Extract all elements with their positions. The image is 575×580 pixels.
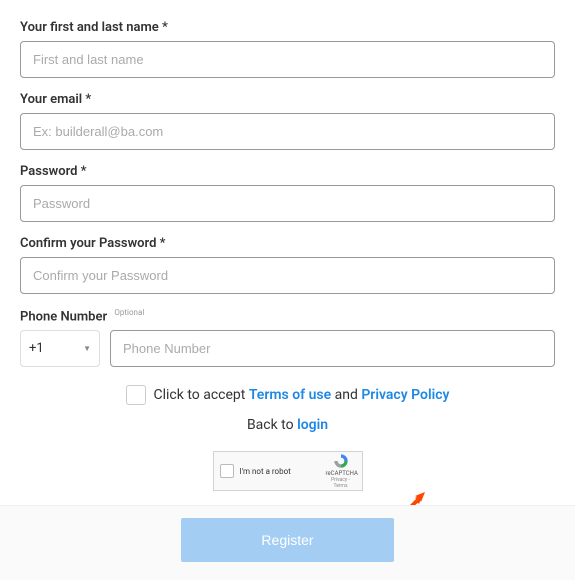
terms-row: Click to accept Terms of use and Privacy… <box>20 385 555 405</box>
back-row: Back to login <box>20 417 555 433</box>
phone-input[interactable] <box>110 330 555 367</box>
confirm-password-label: Confirm your Password * <box>20 236 555 251</box>
back-text: Back to <box>247 417 297 433</box>
bottom-bar: Register <box>0 505 575 580</box>
registration-form: Your first and last name * Your email * … <box>0 0 575 511</box>
recaptcha-label: I'm not a robot <box>240 467 326 476</box>
name-group: Your first and last name * <box>20 20 555 78</box>
recaptcha-checkbox[interactable] <box>220 464 234 478</box>
register-button[interactable]: Register <box>181 518 393 562</box>
chevron-down-icon: ▼ <box>83 344 91 353</box>
name-input[interactable] <box>20 41 555 78</box>
terms-and: and <box>331 387 361 403</box>
recaptcha-sub: Privacy - Terms <box>326 477 356 489</box>
confirm-password-group: Confirm your Password * <box>20 236 555 294</box>
phone-label: Phone Number Optional <box>20 308 555 324</box>
recaptcha-icon <box>333 453 349 469</box>
email-label: Your email * <box>20 92 555 107</box>
recaptcha-brand: reCAPTCHA <box>326 470 356 477</box>
terms-checkbox[interactable] <box>126 385 146 405</box>
login-link[interactable]: login <box>297 417 328 433</box>
country-code-value: +1 <box>29 341 44 356</box>
password-input[interactable] <box>20 185 555 222</box>
name-label: Your first and last name * <box>20 20 555 35</box>
phone-group: Phone Number Optional +1 ▼ <box>20 308 555 367</box>
country-code-select[interactable]: +1 ▼ <box>20 330 100 367</box>
terms-text: Click to accept Terms of use and Privacy… <box>154 387 450 403</box>
password-group: Password * <box>20 164 555 222</box>
confirm-password-input[interactable] <box>20 257 555 294</box>
terms-of-use-link[interactable]: Terms of use <box>249 387 331 403</box>
phone-label-text: Phone Number <box>20 309 107 324</box>
phone-optional-tag: Optional <box>114 308 144 317</box>
terms-prefix: Click to accept <box>154 387 249 403</box>
email-input[interactable] <box>20 113 555 150</box>
email-group: Your email * <box>20 92 555 150</box>
recaptcha-logo: reCAPTCHA Privacy - Terms <box>326 453 356 489</box>
password-label: Password * <box>20 164 555 179</box>
privacy-policy-link[interactable]: Privacy Policy <box>361 387 449 403</box>
recaptcha-widget: I'm not a robot reCAPTCHA Privacy - Term… <box>213 451 363 491</box>
